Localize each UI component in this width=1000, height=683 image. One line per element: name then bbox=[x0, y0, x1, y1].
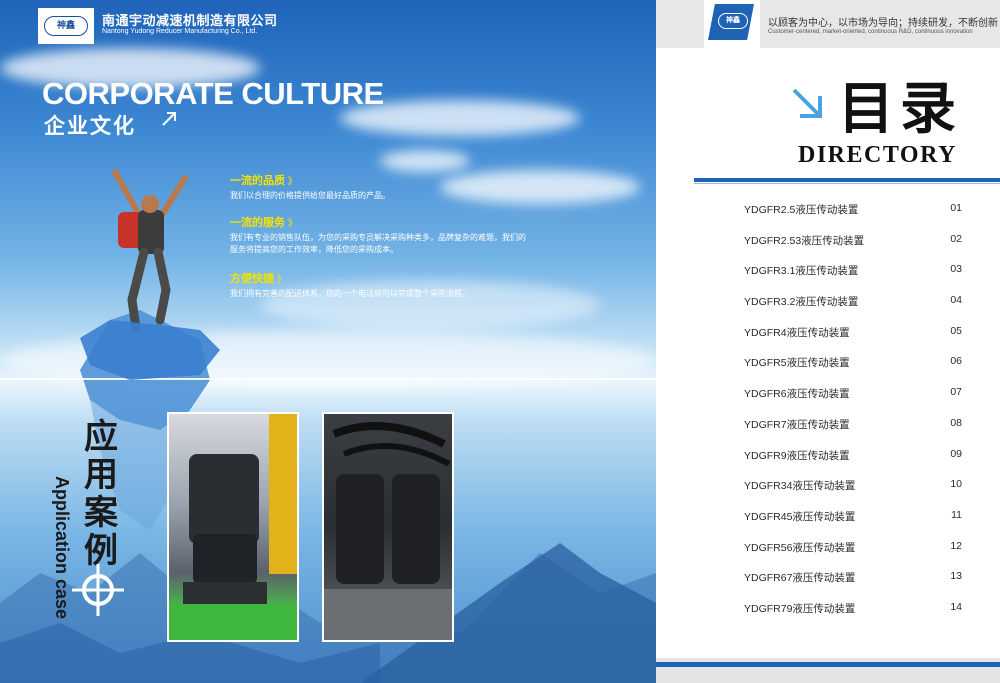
toc-item[interactable]: YDGFR9液压传动装置 09 bbox=[744, 448, 962, 479]
toc-item[interactable]: YDGFR34液压传动装置 10 bbox=[744, 478, 962, 509]
header-logo: 神鑫 bbox=[708, 4, 754, 40]
crosshair-icon bbox=[72, 564, 124, 616]
toc-item-name: YDGFR9液压传动装置 bbox=[744, 449, 850, 462]
toc-item-name: YDGFR79液压传动装置 bbox=[744, 602, 856, 615]
toc-item[interactable]: YDGFR67液压传动装置 13 bbox=[744, 570, 962, 601]
toc-item-page: 05 bbox=[950, 324, 962, 337]
toc-item[interactable]: YDGFR79液压传动装置 14 bbox=[744, 601, 962, 632]
toc-item[interactable]: YDGFR3.2液压传动装置 04 bbox=[744, 294, 962, 325]
footer-accent-line bbox=[656, 662, 1000, 667]
corporate-culture-title: CORPORATE CULTURE bbox=[42, 76, 384, 111]
toc-item[interactable]: YDGFR6液压传动装置 07 bbox=[744, 386, 962, 417]
brand-box: 神鑫 bbox=[38, 8, 94, 44]
toc-item[interactable]: YDGFR45液压传动装置 11 bbox=[744, 509, 962, 540]
toc-item-page: 12 bbox=[950, 539, 962, 552]
toc-item-page: 01 bbox=[950, 202, 962, 214]
feature-quality: 一流的品质》 我们以合理的价格提供给您最好品质的产品。 bbox=[230, 172, 530, 202]
feature-desc: 我们拥有完善的配送体系，您的一个电话就可以完成整个采购流程。 bbox=[230, 289, 470, 298]
cloud bbox=[380, 150, 470, 172]
application-photo-1 bbox=[167, 412, 299, 642]
toc-item-page: 08 bbox=[950, 416, 962, 429]
toc-item[interactable]: YDGFR2.53液压传动装置 02 bbox=[744, 233, 962, 264]
chevron-right-icon: 》 bbox=[277, 274, 287, 284]
feature-title: 方便快捷 bbox=[230, 273, 274, 285]
toc-item-page: 06 bbox=[950, 355, 962, 368]
arrow-down-right-icon bbox=[792, 88, 822, 118]
hydraulic-drive-image bbox=[324, 422, 452, 640]
reducer-machine-image bbox=[169, 414, 297, 640]
toc-item-page: 14 bbox=[950, 600, 962, 613]
application-title-cn: 应用案例 bbox=[84, 417, 118, 571]
chevron-right-icon: 》 bbox=[288, 218, 298, 228]
feature-convenience: 方便快捷》 我们拥有完善的配送体系，您的一个电话就可以完成整个采购流程。 bbox=[230, 270, 530, 300]
arrow-up-right-icon bbox=[162, 112, 176, 126]
toc-item[interactable]: YDGFR3.1液压传动装置 03 bbox=[744, 263, 962, 294]
toc-item[interactable]: YDGFR56液压传动装置 12 bbox=[744, 540, 962, 571]
feature-desc: 我们有专业的销售队伍，为您的采购专员解决采购种类多，品牌复杂的难题，我们的服务将… bbox=[230, 233, 526, 254]
slogan-en: Customer-centered, market-oriented, cont… bbox=[768, 29, 973, 35]
directory-underline-thin bbox=[694, 183, 1000, 184]
corporate-culture-cn: 企业文化 bbox=[44, 115, 136, 138]
chevron-right-icon: 》 bbox=[288, 176, 298, 186]
table-of-contents: YDGFR2.5液压传动装置 01 YDGFR2.53液压传动装置 02 YDGFR… bbox=[744, 202, 962, 632]
toc-item[interactable]: YDGFR4液压传动装置 05 bbox=[744, 325, 962, 356]
toc-item-name: YDGFR56液压传动装置 bbox=[744, 541, 856, 554]
toc-item-name: YDGFR45液压传动装置 bbox=[744, 510, 856, 523]
toc-item-name: YDGFR5液压传动装置 bbox=[744, 357, 850, 370]
directory-underline bbox=[694, 178, 1000, 182]
toc-item-page: 03 bbox=[950, 263, 962, 276]
feature-service: 一流的服务》 我们有专业的销售队伍，为您的采购专员解决采购种类多，品牌复杂的难题… bbox=[230, 214, 530, 256]
toc-item-name: YDGFR6液压传动装置 bbox=[744, 388, 850, 401]
toc-item-page: 04 bbox=[950, 294, 962, 307]
toc-item-name: YDGFR2.53液压传动装置 bbox=[744, 234, 865, 247]
toc-item-page: 09 bbox=[950, 447, 962, 460]
climber-illustration bbox=[80, 169, 220, 380]
toc-item-page: 07 bbox=[950, 386, 962, 399]
left-page: 神鑫 南通宇动减速机制造有限公司 Nantong Yudong Reducer … bbox=[0, 0, 656, 683]
feature-title: 一流的品质 bbox=[230, 175, 285, 187]
toc-item-page: 10 bbox=[950, 478, 962, 491]
slogan-cn: 以顾客为中心，以市场为导向；持续研发，不断创新 bbox=[768, 18, 998, 29]
application-photo-2 bbox=[322, 412, 454, 642]
company-logo: 神鑫 bbox=[44, 16, 88, 36]
toc-item-page: 02 bbox=[950, 232, 962, 245]
company-logo: 神鑫 bbox=[718, 13, 748, 29]
directory-title-cn: 目录 bbox=[838, 76, 962, 142]
toc-item-page: 13 bbox=[950, 570, 962, 583]
toc-item-name: YDGFR67液压传动装置 bbox=[744, 572, 856, 585]
toc-item-name: YDGFR34液压传动装置 bbox=[744, 480, 856, 493]
toc-item-page: 11 bbox=[951, 508, 962, 521]
toc-item-name: YDGFR7液压传动装置 bbox=[744, 418, 850, 431]
company-name-en: Nantong Yudong Reducer Manufacturing Co.… bbox=[102, 28, 258, 35]
toc-item-name: YDGFR3.2液压传动装置 bbox=[744, 296, 859, 309]
toc-item[interactable]: YDGFR7液压传动装置 08 bbox=[744, 417, 962, 448]
directory-title-en: DIRECTORY bbox=[798, 142, 957, 168]
toc-item-name: YDGFR3.1液压传动装置 bbox=[744, 265, 859, 278]
right-page: 神鑫 以顾客为中心，以市场为导向；持续研发，不断创新 Customer-cent… bbox=[656, 0, 1000, 683]
toc-item-name: YDGFR4液压传动装置 bbox=[744, 326, 850, 339]
toc-item-name: YDGFR2.5液压传动装置 bbox=[744, 204, 859, 216]
toc-item[interactable]: YDGFR2.5液压传动装置 01 bbox=[744, 202, 962, 233]
company-name-cn: 南通宇动减速机制造有限公司 bbox=[102, 13, 278, 28]
toc-item[interactable]: YDGFR5液压传动装置 06 bbox=[744, 355, 962, 386]
feature-desc: 我们以合理的价格提供给您最好品质的产品。 bbox=[230, 191, 390, 200]
feature-title: 一流的服务 bbox=[230, 217, 285, 229]
